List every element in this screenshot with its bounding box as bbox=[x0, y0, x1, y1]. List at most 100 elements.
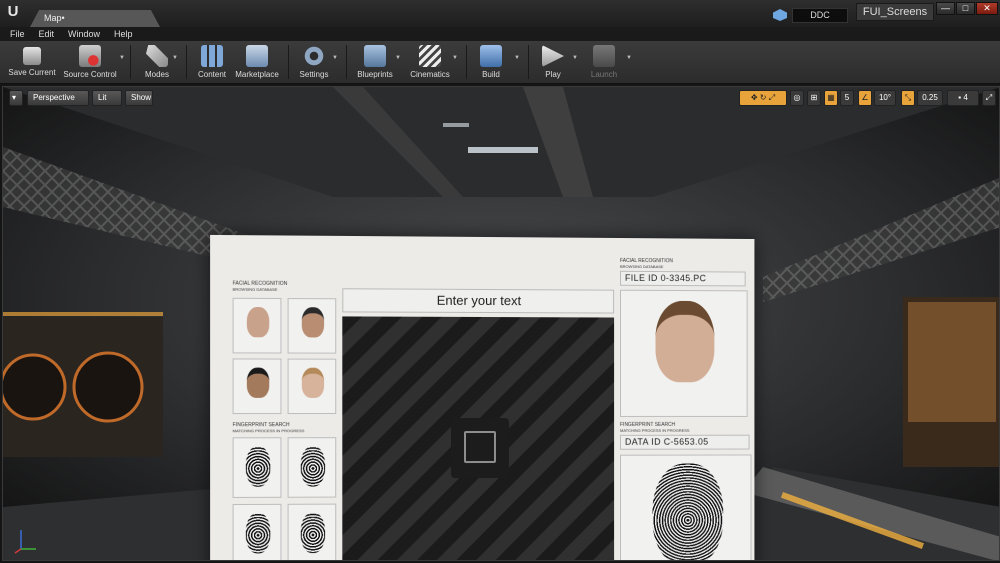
launch-dropdown-icon[interactable]: ▼ bbox=[626, 55, 632, 61]
data-id-label: DATA ID C-5653.05 bbox=[620, 434, 750, 450]
project-name-label: FUI_Screens bbox=[856, 3, 934, 21]
source-control-status-icon[interactable] bbox=[773, 9, 787, 21]
menu-file[interactable]: File bbox=[10, 27, 25, 41]
menu-window[interactable]: Window bbox=[68, 27, 100, 41]
surface-snap-icon[interactable]: ⊞ bbox=[807, 90, 821, 106]
marketplace-button[interactable]: Marketplace bbox=[232, 43, 282, 83]
modes-icon bbox=[146, 45, 168, 67]
level-viewport[interactable]: ▾ Perspective Lit Show ✥ ↻ ⤢ ◎ ⊞ ▦ 5 ∠ 1… bbox=[2, 86, 1000, 561]
fui-screen-panel[interactable]: FACIAL RECOGNITION BROWSING DATABASE FIN… bbox=[210, 234, 755, 560]
settings-dropdown-icon[interactable]: ▼ bbox=[332, 55, 338, 61]
fingerprint-match-card bbox=[620, 454, 752, 560]
toolbar-separator bbox=[186, 45, 187, 79]
fingerprint-icon bbox=[652, 463, 724, 560]
cinematics-dropdown-icon[interactable]: ▼ bbox=[452, 55, 458, 61]
fingerprint-icon bbox=[245, 446, 271, 487]
fingerprint-card bbox=[232, 437, 282, 498]
build-dropdown-icon[interactable]: ▼ bbox=[514, 55, 520, 61]
camera-speed-value: 4 bbox=[963, 93, 968, 102]
right-fingerprint-subtitle: MATCHING PROCESS IN PROGRESS bbox=[620, 427, 690, 433]
face-photo bbox=[232, 297, 282, 354]
menu-help[interactable]: Help bbox=[114, 27, 133, 41]
perspective-button[interactable]: Perspective bbox=[27, 90, 89, 106]
title-bar: U Map• DDC FUI_Screens — □ ✕ bbox=[0, 0, 1000, 27]
image-placeholder-icon bbox=[450, 417, 509, 479]
face-photo bbox=[232, 358, 282, 415]
modes-dropdown-icon[interactable]: ▼ bbox=[172, 55, 178, 61]
camera-icon: ▪ bbox=[958, 93, 962, 102]
face-portrait bbox=[301, 367, 325, 398]
build-button[interactable]: Build bbox=[472, 43, 510, 83]
blueprint-icon bbox=[364, 45, 386, 67]
face-photo bbox=[287, 298, 337, 354]
scale-snap-value[interactable]: 0.25 bbox=[917, 90, 943, 106]
rotation-snap-icon[interactable]: ∠ bbox=[858, 90, 872, 106]
content-button[interactable]: Content bbox=[192, 43, 232, 83]
face-portrait bbox=[246, 306, 270, 338]
lit-button[interactable]: Lit bbox=[92, 90, 122, 106]
viewport-options-dropdown-icon[interactable]: ▾ bbox=[9, 90, 23, 106]
settings-button[interactable]: Settings bbox=[294, 43, 334, 83]
content-browser-icon bbox=[201, 45, 223, 67]
map-tab[interactable]: Map• bbox=[30, 10, 160, 27]
play-icon bbox=[542, 45, 564, 67]
fingerprint-card bbox=[287, 503, 337, 560]
facial-match-photo bbox=[620, 289, 748, 417]
maximize-button[interactable]: □ bbox=[956, 2, 975, 15]
world-local-icon[interactable]: ◎ bbox=[790, 90, 804, 106]
save-icon bbox=[23, 47, 41, 65]
build-blocks-icon bbox=[480, 45, 502, 67]
gear-icon bbox=[303, 45, 325, 67]
left-fingerprint-subtitle: MATCHING PROCESS IN PROGRESS bbox=[232, 428, 305, 434]
image-placeholder bbox=[342, 316, 615, 560]
blueprints-button[interactable]: Blueprints bbox=[352, 43, 398, 83]
toolbar-separator bbox=[288, 45, 289, 79]
blueprints-dropdown-icon[interactable]: ▼ bbox=[395, 55, 401, 61]
source-control-dropdown-icon[interactable]: ▼ bbox=[119, 55, 125, 61]
modes-button[interactable]: Modes bbox=[136, 43, 178, 83]
transform-mode-icons[interactable]: ✥ ↻ ⤢ bbox=[739, 90, 787, 106]
fingerprint-icon bbox=[245, 512, 271, 554]
toolbar-separator bbox=[528, 45, 529, 79]
play-dropdown-icon[interactable]: ▼ bbox=[572, 55, 578, 61]
minimize-button[interactable]: — bbox=[936, 2, 955, 15]
fingerprint-card bbox=[287, 437, 337, 498]
source-control-icon bbox=[79, 45, 101, 67]
axis-gizmo-icon bbox=[14, 530, 36, 554]
main-toolbar: Save Current Source Control ▼ Modes ▼ Co… bbox=[0, 41, 1000, 84]
face-portrait bbox=[655, 300, 715, 383]
menu-edit[interactable]: Edit bbox=[39, 27, 55, 41]
save-current-button[interactable]: Save Current bbox=[4, 43, 60, 83]
grid-snap-icon[interactable]: ▦ bbox=[824, 90, 838, 106]
left-facial-subtitle: BROWSING DATABASE bbox=[232, 286, 278, 292]
cinematics-button[interactable]: Cinematics bbox=[405, 43, 455, 83]
close-button[interactable]: ✕ bbox=[976, 2, 998, 15]
right-facial-subtitle: BROWSING DATABASE bbox=[620, 263, 664, 270]
toolbar-separator bbox=[130, 45, 131, 79]
fingerprint-icon bbox=[300, 512, 326, 554]
unreal-logo-icon: U bbox=[7, 3, 19, 20]
face-portrait bbox=[246, 367, 270, 398]
file-id-label: FILE ID 0-3345.PC bbox=[620, 270, 746, 287]
launch-icon bbox=[593, 45, 615, 67]
camera-speed-button[interactable]: ▪ 4 bbox=[947, 90, 979, 106]
toolbar-separator bbox=[346, 45, 347, 79]
center-text-label: Enter your text bbox=[342, 288, 615, 314]
image-frame-icon bbox=[464, 430, 496, 464]
rotation-snap-value[interactable]: 10° bbox=[874, 90, 896, 106]
play-button[interactable]: Play bbox=[534, 43, 572, 83]
maximize-viewport-icon[interactable]: ⤢ bbox=[982, 90, 996, 106]
menu-bar: File Edit Window Help bbox=[0, 27, 1000, 41]
ddc-indicator[interactable]: DDC bbox=[792, 8, 848, 23]
launch-button[interactable]: Launch bbox=[584, 43, 624, 83]
toolbar-separator bbox=[466, 45, 467, 79]
scale-snap-icon[interactable]: ⤡ bbox=[901, 90, 915, 106]
show-button[interactable]: Show bbox=[125, 90, 153, 106]
source-control-button[interactable]: Source Control bbox=[60, 43, 120, 83]
clapperboard-icon bbox=[419, 45, 441, 67]
fingerprint-icon bbox=[300, 446, 326, 487]
fingerprint-card bbox=[232, 503, 282, 560]
grid-snap-value[interactable]: 5 bbox=[840, 90, 854, 106]
face-photo bbox=[287, 358, 337, 415]
face-portrait bbox=[301, 307, 325, 338]
